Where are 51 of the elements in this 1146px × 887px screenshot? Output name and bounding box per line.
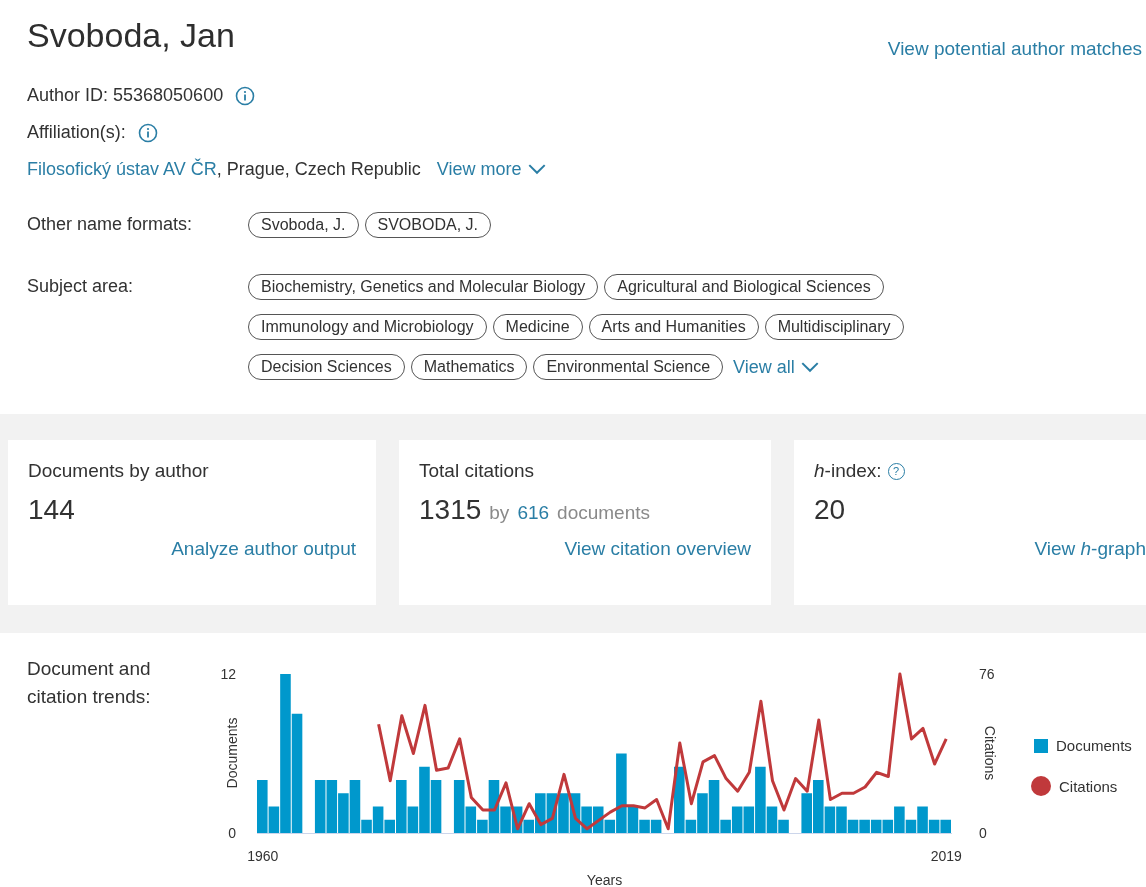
axis-tick-label: 76 xyxy=(979,666,995,682)
document-bar xyxy=(859,819,870,833)
document-bar xyxy=(940,819,951,833)
legend-square-icon xyxy=(1034,738,1048,753)
document-bar xyxy=(801,793,812,833)
metric-link[interactable]: View h-graph xyxy=(1034,538,1146,560)
chevron-down-icon xyxy=(527,164,546,175)
legend-label: Documents xyxy=(1056,737,1132,754)
document-bar xyxy=(870,819,882,833)
metric-value: 1315 xyxy=(419,494,482,526)
name-formats-label: Other name formats: xyxy=(27,213,194,236)
metric-title: Total citations xyxy=(419,460,535,482)
affiliation-label: Affiliation(s): xyxy=(27,122,126,143)
metric-link[interactable]: View citation overview xyxy=(564,538,751,560)
author-id: Author ID: 55368050600 xyxy=(27,85,224,106)
document-bar xyxy=(650,819,662,833)
document-bar xyxy=(326,780,338,833)
metric-link[interactable]: Analyze author output xyxy=(171,538,356,560)
axis-tick-label: 1960 xyxy=(247,848,279,864)
legend-dot-icon xyxy=(1031,776,1051,796)
axis-tick-label: 12 xyxy=(220,666,236,682)
by-text: by xyxy=(489,502,510,524)
affiliation-link[interactable]: Filosofický ústav AV ČR xyxy=(27,159,217,179)
document-bar xyxy=(338,793,349,833)
axis-title: Years xyxy=(586,872,623,887)
chevron-down-icon xyxy=(800,361,819,373)
axis-tick-label: 0 xyxy=(979,825,987,841)
metric-title: Documents by author xyxy=(28,460,209,482)
view-all-link[interactable]: View all xyxy=(733,356,819,378)
document-bar xyxy=(558,793,569,833)
author-name: Svoboda, Jan xyxy=(27,15,236,55)
subject-area-label: Subject area: xyxy=(27,275,135,298)
axis-tick-label: 2019 xyxy=(930,848,962,864)
document-bar xyxy=(546,793,558,833)
axis-tick-label: 0 xyxy=(228,825,236,841)
document-bar xyxy=(314,780,326,833)
affiliation-text: Filosofický ústav AV ČR, Prague, Czech Republic xyxy=(27,159,421,180)
documents-text: documents xyxy=(557,502,651,524)
axis-title: Documents xyxy=(224,717,240,789)
info-icon[interactable] xyxy=(137,122,158,143)
info-icon[interactable] xyxy=(235,85,256,106)
document-bar xyxy=(430,780,442,833)
legend-label: Citations xyxy=(1059,777,1118,795)
document-count-link[interactable]: 616 xyxy=(517,502,550,524)
view-more-link[interactable]: View more xyxy=(436,159,546,180)
axis-title: Citations xyxy=(982,725,996,781)
metric-value: 20 xyxy=(814,494,846,526)
trends-label: Document and citation trends: xyxy=(27,657,152,709)
metric-title: h-index: xyxy=(814,460,882,482)
author-matches-link[interactable]: View potential author matches xyxy=(887,38,1142,196)
metric-value: 144 xyxy=(28,494,75,526)
